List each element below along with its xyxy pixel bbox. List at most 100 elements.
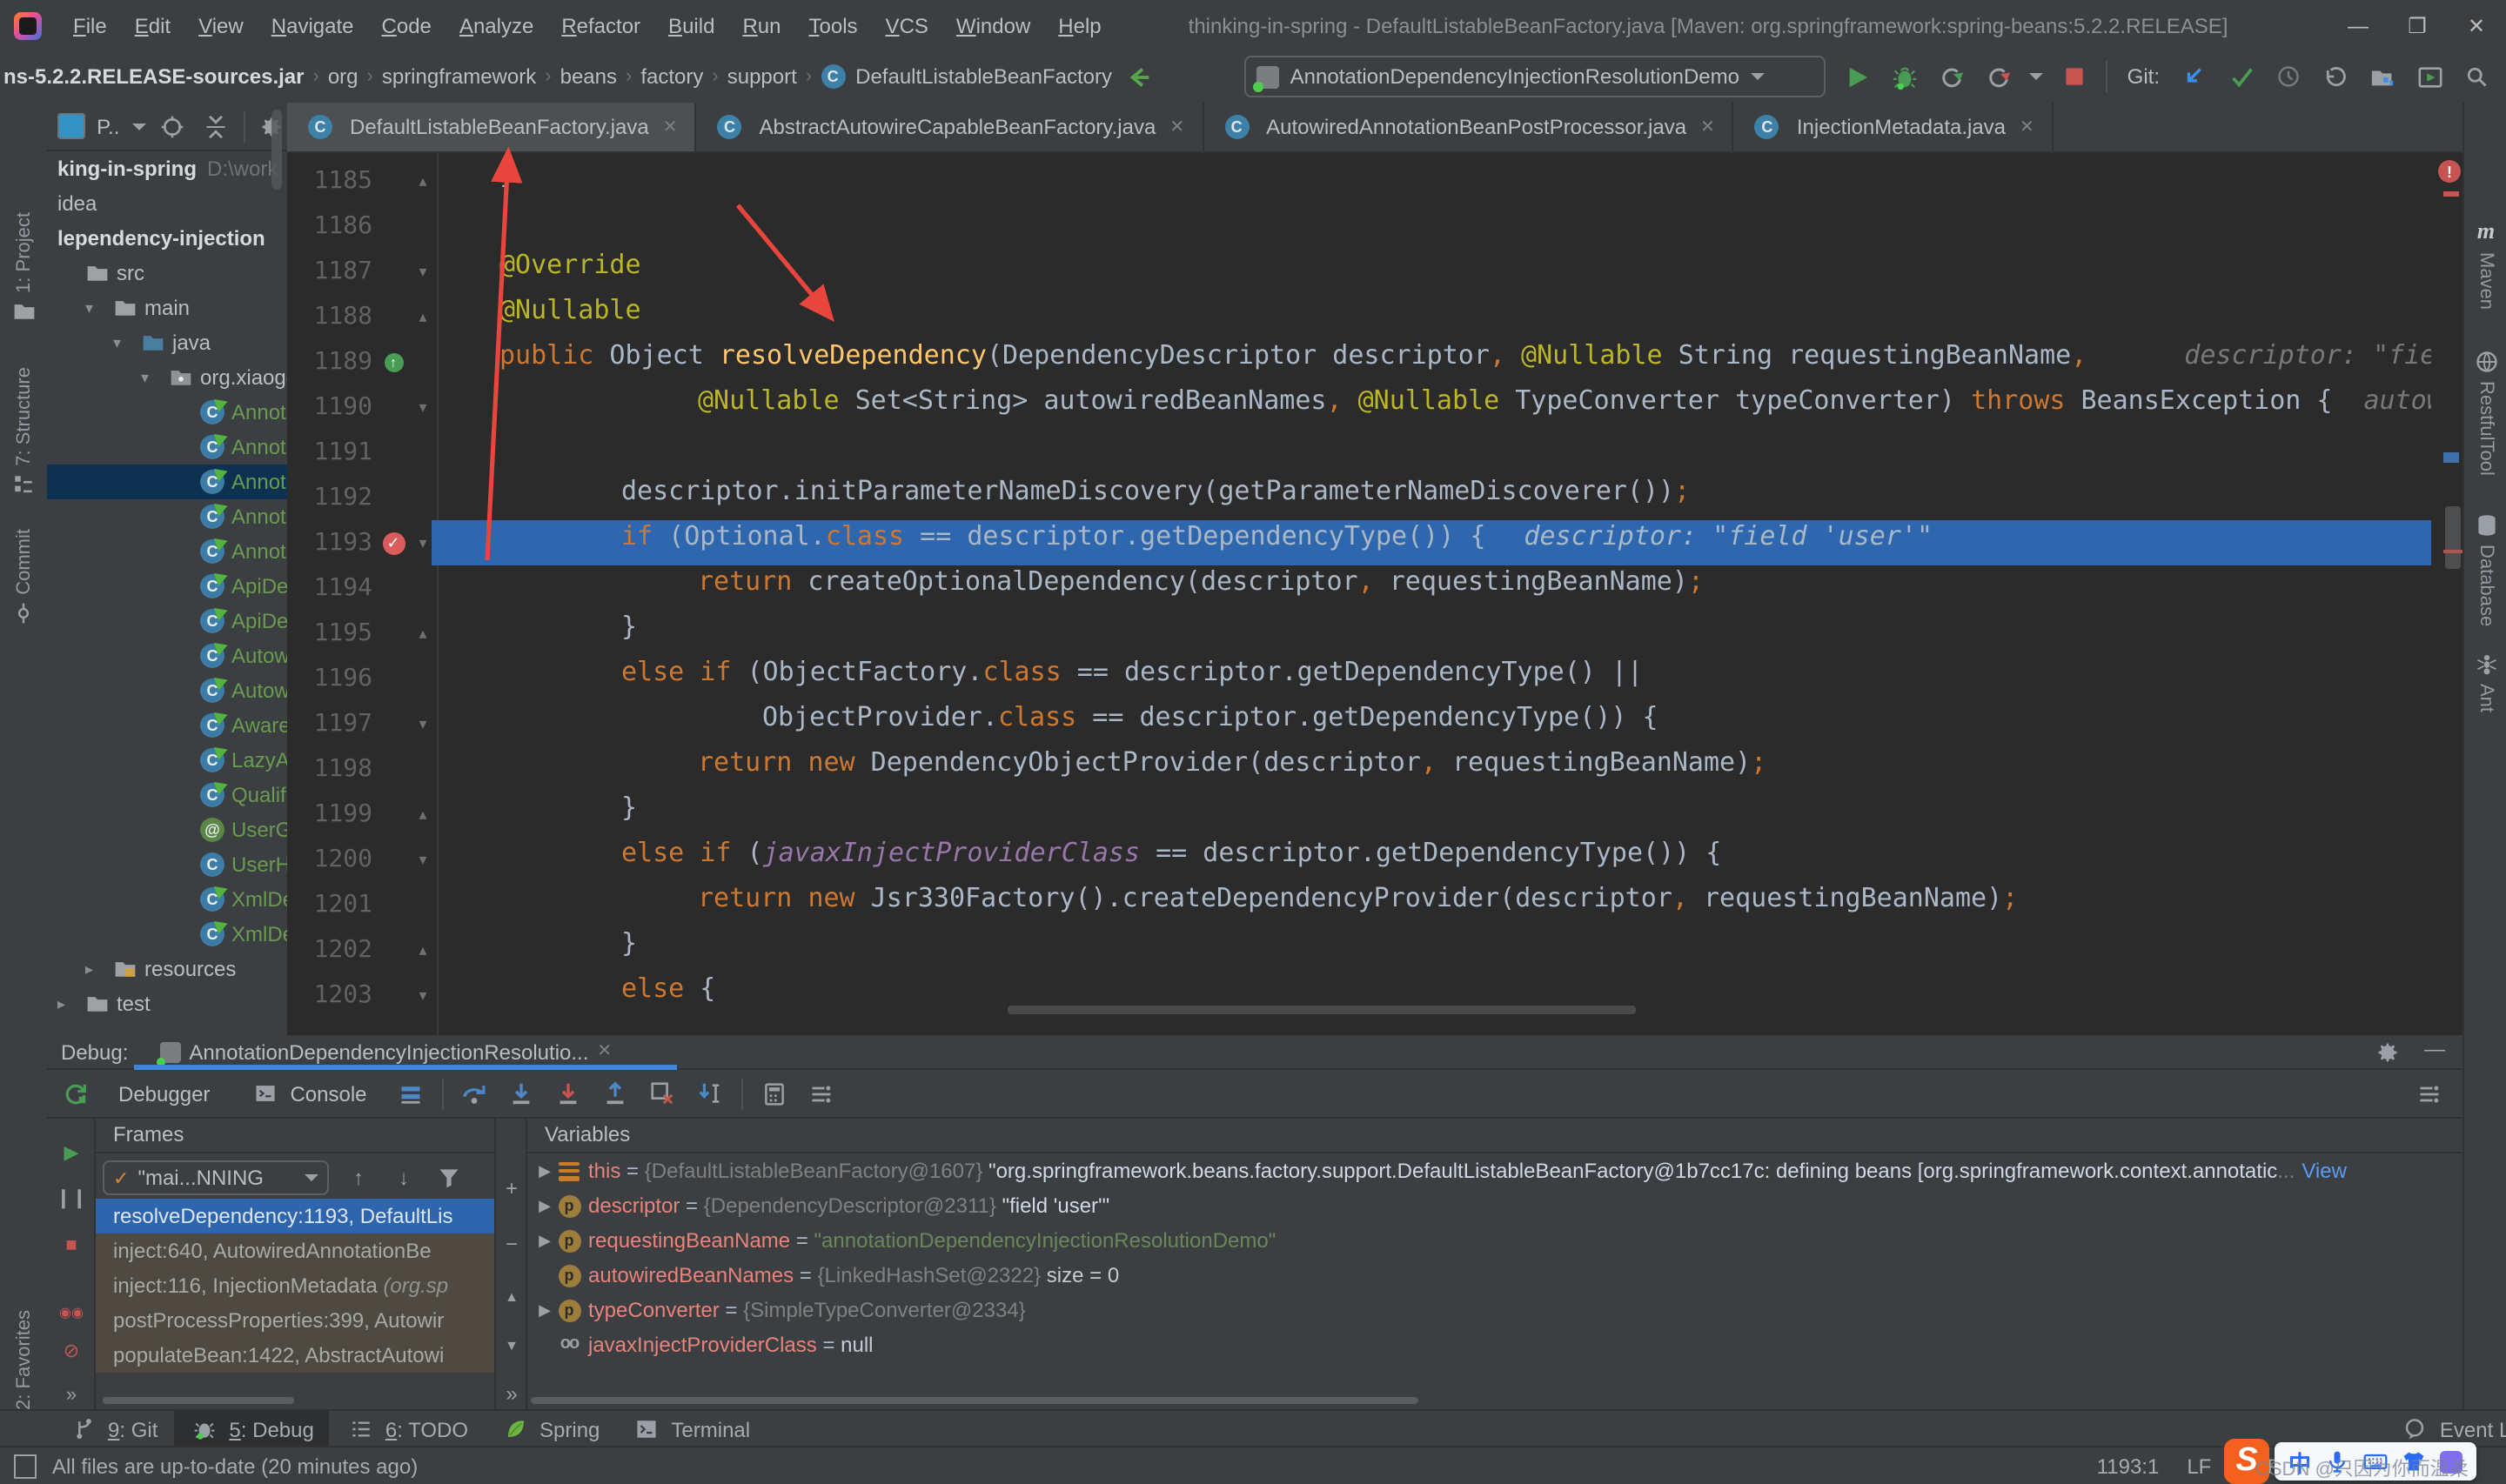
fold-marker-icon[interactable]: ▾ bbox=[412, 701, 433, 746]
git-history-button[interactable] bbox=[2273, 61, 2304, 92]
tab-console[interactable]: Console bbox=[238, 1074, 379, 1113]
layout-icon[interactable] bbox=[395, 1078, 426, 1109]
stack-frame[interactable]: inject:116, InjectionMetadata (org.sp bbox=[96, 1268, 494, 1303]
pause-icon[interactable]: ❙❙ bbox=[56, 1183, 88, 1211]
run-button[interactable] bbox=[1842, 61, 1873, 92]
toolwindow-button-debug[interactable]: 5: Debug bbox=[173, 1411, 330, 1447]
expand-icon[interactable]: ▶ bbox=[534, 1223, 555, 1258]
line-number[interactable]: 1191 bbox=[287, 430, 372, 475]
editor-tab[interactable]: C AbstractAutowireCapableBeanFactory.java… bbox=[697, 103, 1204, 151]
tree-item-awareint[interactable]: C AwareInt bbox=[47, 708, 287, 743]
breadcrumb-item[interactable]: ns-5.2.2.RELEASE-sources.jar bbox=[0, 64, 307, 89]
line-number[interactable]: 1203 bbox=[287, 973, 372, 1018]
filter-icon[interactable] bbox=[433, 1162, 465, 1193]
tree-item-annotati[interactable]: C Annotati bbox=[47, 465, 287, 499]
variables-scrollbar[interactable] bbox=[531, 1397, 1418, 1404]
fold-marker-icon[interactable]: ▴ bbox=[412, 294, 433, 339]
tree-item-autowiri[interactable]: C Autowiri bbox=[47, 673, 287, 708]
inspections-badge[interactable]: ! bbox=[2438, 160, 2461, 183]
fold-marker-icon[interactable]: ▾ bbox=[412, 249, 433, 294]
breadcrumb-item[interactable]: org bbox=[325, 64, 362, 89]
line-number[interactable]: 1188 bbox=[287, 294, 372, 339]
toolwindow-button-todo[interactable]: 6: TODO bbox=[330, 1411, 484, 1447]
menu-item-run[interactable]: Run bbox=[728, 13, 794, 37]
fold-marker-icon[interactable]: ▴ bbox=[412, 792, 433, 837]
tree-item-userhold[interactable]: C UserHold bbox=[47, 847, 287, 882]
search-everywhere-button[interactable] bbox=[2461, 61, 2492, 92]
sidebar-stripe-commit[interactable]: Commit bbox=[0, 529, 47, 632]
caret-position[interactable]: 1193:1 bbox=[2097, 1454, 2160, 1479]
chevron-icon[interactable]: ▸ bbox=[85, 952, 93, 986]
close-icon[interactable]: ✕ bbox=[663, 117, 678, 137]
tree-item-annotati[interactable]: C Annotati bbox=[47, 499, 287, 534]
mute-breakpoints-icon[interactable]: ⊘ bbox=[57, 1336, 85, 1364]
minimize-button[interactable]: — bbox=[2328, 0, 2388, 50]
hide-panel-icon[interactable]: — bbox=[2424, 1036, 2445, 1067]
run-to-cursor-icon[interactable] bbox=[694, 1078, 726, 1109]
menu-item-tools[interactable]: Tools bbox=[795, 13, 872, 37]
drop-frame-icon[interactable] bbox=[647, 1078, 679, 1109]
editor-area[interactable]: C DefaultListableBeanFactory.java ✕ C Abstra… bbox=[287, 103, 2462, 1035]
git-commit-button[interactable] bbox=[2226, 61, 2257, 92]
menu-item-edit[interactable]: Edit bbox=[121, 13, 184, 37]
tree-item-xmldepe[interactable]: C XmlDepe bbox=[47, 917, 287, 952]
frame-down-icon[interactable]: ↓ bbox=[388, 1162, 419, 1193]
step-into-icon[interactable] bbox=[506, 1078, 538, 1109]
close-icon[interactable]: ✕ bbox=[597, 1042, 612, 1061]
sidebar-stripe-database[interactable]: Database bbox=[2464, 506, 2506, 626]
close-icon[interactable]: ✕ bbox=[2020, 117, 2034, 137]
sidebar-stripe-structure[interactable]: 7: Structure bbox=[0, 367, 47, 503]
add-watch-icon[interactable]: + bbox=[499, 1176, 524, 1200]
maximize-button[interactable]: ❐ bbox=[2388, 0, 2447, 50]
tree-item-resources[interactable]: ▸ resources bbox=[47, 952, 287, 986]
fold-marker-icon[interactable]: ▴ bbox=[412, 611, 433, 656]
expand-icon[interactable]: ▶ bbox=[534, 1293, 555, 1327]
tab-debugger[interactable]: Debugger bbox=[106, 1078, 222, 1109]
more-icon[interactable]: » bbox=[57, 1381, 85, 1409]
editor-horizontal-scrollbar[interactable] bbox=[1008, 1006, 1636, 1014]
evaluate-expression-icon[interactable] bbox=[759, 1078, 790, 1109]
tree-item-kinginspring[interactable]: king-in-spring D:\work bbox=[47, 151, 287, 186]
chevron-icon[interactable]: ▾ bbox=[141, 360, 149, 395]
close-button[interactable]: ✕ bbox=[2447, 0, 2506, 50]
expand-icon[interactable]: ▶ bbox=[534, 1188, 555, 1223]
tree-item-xmldepe[interactable]: C XmlDepe bbox=[47, 882, 287, 917]
editor-tab[interactable]: C DefaultListableBeanFactory.java ✕ bbox=[287, 103, 697, 151]
line-number[interactable]: 1185 bbox=[287, 158, 372, 204]
close-icon[interactable]: ✕ bbox=[1169, 117, 1184, 137]
resume-icon[interactable]: ▶ bbox=[57, 1138, 85, 1166]
menu-item-window[interactable]: Window bbox=[942, 13, 1044, 37]
line-number[interactable]: 1194 bbox=[287, 565, 372, 611]
tree-item-lependencyinjection[interactable]: lependency-injection bbox=[47, 221, 287, 256]
run-anything-button[interactable] bbox=[2414, 61, 2445, 92]
line-number[interactable]: 1198 bbox=[287, 746, 372, 792]
tree-item-src[interactable]: src bbox=[47, 256, 287, 291]
menu-item-build[interactable]: Build bbox=[654, 13, 728, 37]
line-ending[interactable]: LF bbox=[2187, 1454, 2211, 1479]
more-icon[interactable]: » bbox=[499, 1381, 524, 1406]
view-breakpoints-icon[interactable]: ◉◉ bbox=[57, 1298, 85, 1326]
menu-item-navigate[interactable]: Navigate bbox=[258, 13, 368, 37]
tree-item-test[interactable]: ▸ test bbox=[47, 986, 287, 1021]
breadcrumb-item[interactable]: factory bbox=[637, 64, 707, 89]
tree-item-idea[interactable]: idea bbox=[47, 186, 287, 221]
stack-frame[interactable]: resolveDependency:1193, DefaultLis bbox=[96, 1199, 494, 1233]
line-number[interactable]: 1186 bbox=[287, 204, 372, 249]
thread-selector[interactable]: ✓ "mai...NNING bbox=[103, 1160, 329, 1195]
git-update-button[interactable] bbox=[2179, 61, 2210, 92]
editor-scroll-column[interactable]: ! bbox=[2438, 153, 2462, 1035]
move-down-icon[interactable]: ▼ bbox=[499, 1333, 524, 1357]
tree-item-annotati[interactable]: C Annotati bbox=[47, 430, 287, 465]
sidebar-stripe-project[interactable]: 1: Project bbox=[0, 212, 47, 331]
stack-frame[interactable]: postProcessProperties:399, Autowir bbox=[96, 1303, 494, 1338]
variable-row[interactable]: ▶ p requestingBeanName = "annotationDepend… bbox=[527, 1223, 2462, 1258]
tree-item-java[interactable]: ▾ java bbox=[47, 325, 287, 360]
chevron-icon[interactable]: ▾ bbox=[113, 325, 121, 360]
fold-marker-icon[interactable]: ▾ bbox=[412, 837, 433, 882]
tree-item-annotati[interactable]: C Annotati bbox=[47, 395, 287, 430]
line-number[interactable]: 1197 bbox=[287, 701, 372, 746]
line-number[interactable]: 1193 bbox=[287, 520, 372, 565]
stop-button[interactable] bbox=[2060, 61, 2091, 92]
coverage-button[interactable] bbox=[1983, 61, 2014, 92]
tree-item-main[interactable]: ▾ main bbox=[47, 291, 287, 325]
